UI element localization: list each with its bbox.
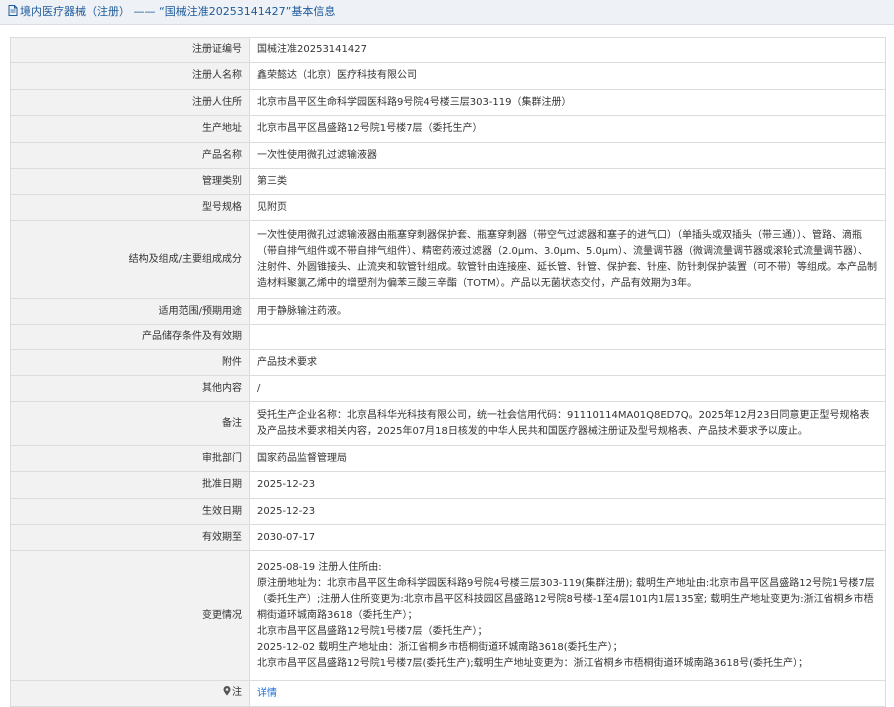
table-row: 备注 受托生产企业名称：北京昌科华光科技有限公司，统一社会信用代码：911101… <box>10 401 886 446</box>
table-row-changes: 变更情况 2025-08-19 注册人住所由: 原注册地址为：北京市昌平区生命科… <box>10 550 886 681</box>
row-label: 产品名称 <box>10 142 250 169</box>
row-value: 国械注准20253141427 <box>249 37 886 63</box>
table-row: 产品储存条件及有效期 <box>10 324 886 350</box>
table-row: 管理类别 第三类 <box>10 168 886 195</box>
row-label: 生效日期 <box>10 498 250 525</box>
note-label: 注 <box>232 687 242 698</box>
row-value <box>249 324 886 350</box>
table-row: 型号规格 见附页 <box>10 194 886 221</box>
changes-value: 2025-08-19 注册人住所由: 原注册地址为：北京市昌平区生命科学园医科路… <box>249 550 886 681</box>
row-label: 审批部门 <box>10 445 250 472</box>
table-row: 生产地址 北京市昌平区昌盛路12号院1号楼7层（委托生产） <box>10 115 886 143</box>
change-line: 原注册地址为：北京市昌平区生命科学园医科路9号院4号楼三层303-119(集群注… <box>257 577 875 621</box>
row-label: 管理类别 <box>10 168 250 195</box>
row-label: 生产地址 <box>10 115 250 143</box>
row-value: 北京市昌平区昌盛路12号院1号楼7层（委托生产） <box>249 115 886 143</box>
row-value: 第三类 <box>249 168 886 195</box>
row-value: 一次性使用微孔过滤输液器由瓶塞穿刺器保护套、瓶塞穿刺器（带空气过滤器和塞子的进气… <box>249 220 886 299</box>
row-label: 产品储存条件及有效期 <box>10 324 250 350</box>
change-line: 北京市昌平区昌盛路12号院1号楼7层（委托生产）； <box>257 625 488 637</box>
row-value: / <box>249 375 886 402</box>
row-label: 注册证编号 <box>10 37 250 63</box>
row-value: 鑫荣懿达（北京）医疗科技有限公司 <box>249 62 886 90</box>
row-label: 注册人名称 <box>10 62 250 90</box>
page-header: 境内医疗器械（注册） —— “国械注准20253141427”基本信息 <box>0 0 894 25</box>
table-row: 生效日期 2025-12-23 <box>10 498 886 525</box>
row-value: 见附页 <box>249 194 886 221</box>
table-row: 结构及组成/主要组成成分 一次性使用微孔过滤输液器由瓶塞穿刺器保护套、瓶塞穿刺器… <box>10 220 886 299</box>
row-label: 备注 <box>10 401 250 446</box>
row-value: 北京市昌平区生命科学园医科路9号院4号楼三层303-119（集群注册） <box>249 89 886 116</box>
row-label: 适用范围/预期用途 <box>10 298 250 325</box>
table-row: 产品名称 一次性使用微孔过滤输液器 <box>10 142 886 169</box>
table-row: 批准日期 2025-12-23 <box>10 471 886 499</box>
row-value: 2030-07-17 <box>249 524 886 551</box>
row-label: 型号规格 <box>10 194 250 221</box>
change-line: 2025-12-02 载明生产地址由：浙江省桐乡市梧桐街道环城南路3618(委托… <box>257 641 623 653</box>
header-section: 境内医疗器械（注册） <box>20 5 130 18</box>
header-separator: —— <box>133 5 156 18</box>
table-row: 附件 产品技术要求 <box>10 349 886 376</box>
row-label: 批准日期 <box>10 471 250 499</box>
row-value: 一次性使用微孔过滤输液器 <box>249 142 886 169</box>
table-row: 注册人名称 鑫荣懿达（北京）医疗科技有限公司 <box>10 62 886 90</box>
table-row: 适用范围/预期用途 用于静脉输注药液。 <box>10 298 886 325</box>
change-line: 2025-08-19 注册人住所由: <box>257 561 382 573</box>
row-label: 有效期至 <box>10 524 250 551</box>
row-label: 其他内容 <box>10 375 250 402</box>
row-value: 国家药品监督管理局 <box>249 445 886 472</box>
row-label: 结构及组成/主要组成成分 <box>10 220 250 299</box>
table-row: 其他内容 / <box>10 375 886 402</box>
row-value: 用于静脉输注药液。 <box>249 298 886 325</box>
change-line: 北京市昌平区昌盛路12号院1号楼7层(委托生产);载明生产地址变更为：浙江省桐乡… <box>257 657 808 669</box>
row-value: 2025-12-23 <box>249 498 886 525</box>
row-label: 变更情况 <box>10 550 250 681</box>
table-row: 注册证编号 国械注准20253141427 <box>10 37 886 63</box>
pin-icon <box>223 686 231 702</box>
row-label: 附件 <box>10 349 250 376</box>
page-title: “国械注准20253141427”基本信息 <box>159 5 336 18</box>
info-table: 注册证编号 国械注准20253141427 注册人名称 鑫荣懿达（北京）医疗科技… <box>10 37 886 707</box>
table-row: 有效期至 2030-07-17 <box>10 524 886 551</box>
table-row: 注册人住所 北京市昌平区生命科学园医科路9号院4号楼三层303-119（集群注册… <box>10 89 886 116</box>
document-icon <box>8 1 18 25</box>
row-value: 2025-12-23 <box>249 471 886 499</box>
row-value: 产品技术要求 <box>249 349 886 376</box>
row-label: 注册人住所 <box>10 89 250 116</box>
table-row: 审批部门 国家药品监督管理局 <box>10 445 886 472</box>
row-value: 受托生产企业名称：北京昌科华光科技有限公司，统一社会信用代码：91110114M… <box>249 401 886 446</box>
details-link[interactable]: 详情 <box>257 688 277 699</box>
